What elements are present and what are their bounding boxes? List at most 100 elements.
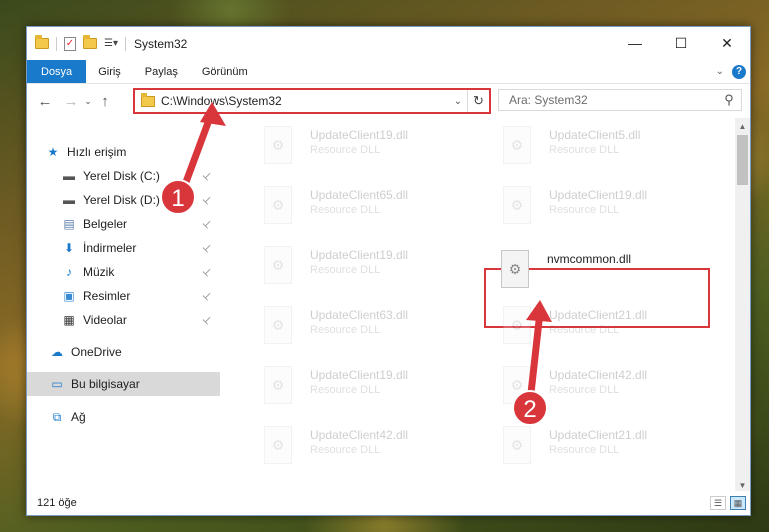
sidebar-item[interactable]: ▭ Bu bilgisayar <box>27 372 220 396</box>
file-item[interactable]: ⚙ UpdateClient5.dll Resource DLL <box>503 124 733 172</box>
file-item[interactable]: ⚙ UpdateClient42.dll Resource DLL <box>264 424 494 472</box>
quick-access-toolbar: ✓ ☰▾ <box>35 35 126 51</box>
forward-button[interactable]: → <box>61 89 81 113</box>
sidebar-item-label: Bu bilgisayar <box>71 377 140 391</box>
address-path[interactable]: C:\Windows\System32 <box>161 94 449 108</box>
file-info: UpdateClient42.dll Resource DLL <box>310 424 408 472</box>
sidebar-item[interactable]: ★ Hızlı erişim <box>27 140 220 164</box>
sidebar-item[interactable]: ⬇ İndirmeler ⊥ <box>27 236 220 260</box>
file-item[interactable]: ⚙ UpdateClient19.dll Resource DLL <box>264 124 494 172</box>
scroll-up-icon[interactable]: ▲ <box>735 118 750 134</box>
minimize-button[interactable]: — <box>612 27 658 59</box>
tab-home[interactable]: Giriş <box>86 60 133 83</box>
tiles-view-icon[interactable]: ▦ <box>730 496 746 510</box>
dll-file-icon: ⚙ <box>264 306 292 344</box>
file-type: Resource DLL <box>310 204 381 216</box>
file-info: UpdateClient21.dll Resource DLL <box>549 424 647 472</box>
maximize-button[interactable]: ☐ <box>658 27 704 59</box>
recent-locations-button[interactable]: ⌄ <box>81 89 95 113</box>
file-info: UpdateClient19.dll Resource DLL <box>549 184 647 232</box>
tab-share[interactable]: Paylaş <box>133 60 190 83</box>
pin-icon[interactable]: ⊥ <box>198 191 216 209</box>
sidebar-item[interactable]: ▤ Belgeler ⊥ <box>27 212 220 236</box>
file-item[interactable]: ⚙ UpdateClient21.dll Resource DLL <box>503 304 733 352</box>
tab-file[interactable]: Dosya <box>27 60 87 83</box>
file-name: UpdateClient19.dll <box>310 248 409 262</box>
refresh-icon[interactable]: ↻ <box>467 90 489 112</box>
help-icon[interactable]: ? <box>732 64 746 79</box>
tab-view[interactable]: Görünüm <box>190 60 260 83</box>
file-info: nvmcommon.dll <box>547 248 631 296</box>
sidebar-item[interactable]: ▣ Resimler ⊥ <box>27 284 220 308</box>
status-bar: 121 öğe ☰ ▦ <box>27 491 750 515</box>
file-item[interactable]: ⚙ UpdateClient19.dll Resource DLL <box>503 184 733 232</box>
pin-icon[interactable]: ⊥ <box>198 239 216 257</box>
file-info: UpdateClient21.dll Resource DLL <box>549 304 647 352</box>
expand-ribbon-icon[interactable]: ⌄ <box>716 66 724 77</box>
vertical-scrollbar[interactable]: ▲ ▼ <box>735 118 750 493</box>
file-item[interactable]: ⚙ UpdateClient42.dll Resource DLL <box>503 364 733 412</box>
file-item[interactable]: ⚙ UpdateClient19.dll Resource DLL <box>264 244 494 292</box>
folder-icon <box>141 92 155 107</box>
search-box[interactable]: Ara: System32 ⚲ <box>498 89 742 111</box>
pin-icon[interactable]: ⊥ <box>198 287 216 305</box>
file-item[interactable]: ⚙ UpdateClient21.dll Resource DLL <box>503 424 733 472</box>
file-type: Resource DLL <box>310 384 381 396</box>
network-icon: ⧉ <box>52 409 62 424</box>
address-bar[interactable]: C:\Windows\System32 ⌄ ↻ <box>133 88 491 114</box>
file-name: nvmcommon.dll <box>547 252 632 266</box>
up-button[interactable]: ↑ <box>95 89 115 113</box>
dll-file-icon: ⚙ <box>264 186 292 224</box>
sidebar-item-label: Yerel Disk (D:) <box>83 193 160 207</box>
file-explorer-window: ✓ ☰▾ System32 — ☐ ✕ Dosya Giriş Paylaş G… <box>26 26 751 516</box>
dll-file-icon: ⚙ <box>264 426 292 464</box>
dll-file-icon: ⚙ <box>503 186 531 224</box>
cloud-icon: ☁ <box>51 345 63 359</box>
file-item[interactable]: ⚙ UpdateClient65.dll Resource DLL <box>264 184 494 232</box>
new-folder-icon[interactable] <box>83 35 97 49</box>
file-item[interactable]: ⚙ UpdateClient19.dll Resource DLL <box>264 364 494 412</box>
sidebar-item[interactable]: ▬ Yerel Disk (D:) ⊥ <box>27 188 220 212</box>
file-item[interactable]: ⚙ nvmcommon.dll <box>501 248 731 296</box>
file-type: Resource DLL <box>310 444 381 456</box>
sidebar-item[interactable]: ♪ Müzik ⊥ <box>27 260 220 284</box>
customize-toolbar-icon[interactable]: ☰▾ <box>104 38 118 49</box>
sidebar-item[interactable]: ⧉ Ağ <box>27 405 220 429</box>
file-type: Resource DLL <box>549 204 620 216</box>
navigation-pane: ★ Hızlı erişim ▬ Yerel Disk (C:) ⊥ ▬ Yerel Dis… <box>27 118 220 493</box>
pin-icon[interactable]: ⊥ <box>198 311 216 329</box>
pin-icon[interactable]: ⊥ <box>198 263 216 281</box>
dll-file-icon: ⚙ <box>503 426 531 464</box>
sidebar-item[interactable]: ▦ Videolar ⊥ <box>27 308 220 332</box>
file-item[interactable]: ⚙ UpdateClient63.dll Resource DLL <box>264 304 494 352</box>
back-button[interactable]: ← <box>35 89 55 113</box>
sidebar-item-label: Ağ <box>71 410 86 424</box>
file-name: UpdateClient21.dll <box>549 308 648 322</box>
sidebar-item-label: OneDrive <box>71 345 122 359</box>
chevron-down-icon[interactable]: ⌄ <box>449 96 467 107</box>
dll-file-icon: ⚙ <box>264 246 292 284</box>
properties-icon[interactable]: ✓ <box>64 36 76 51</box>
scroll-thumb[interactable] <box>737 135 748 185</box>
file-type: Resource DLL <box>549 144 620 156</box>
file-name: UpdateClient63.dll <box>310 308 409 322</box>
close-button[interactable]: ✕ <box>704 27 750 59</box>
sidebar-item[interactable]: ☁ OneDrive <box>27 340 220 364</box>
pictures-icon: ▣ <box>63 289 75 303</box>
search-icon[interactable]: ⚲ <box>717 92 741 108</box>
file-info: UpdateClient63.dll Resource DLL <box>310 304 408 352</box>
pin-icon[interactable]: ⊥ <box>198 167 216 185</box>
search-input[interactable]: Ara: System32 <box>509 93 717 107</box>
sidebar-item-label: Resimler <box>83 289 131 303</box>
drive-icon: ▬ <box>63 193 75 207</box>
music-icon: ♪ <box>66 265 72 279</box>
sidebar-item[interactable]: ▬ Yerel Disk (C:) ⊥ <box>27 164 220 188</box>
computer-icon: ▭ <box>51 377 63 391</box>
pin-icon[interactable]: ⊥ <box>198 215 216 233</box>
videos-icon: ▦ <box>63 313 75 327</box>
file-info: UpdateClient65.dll Resource DLL <box>310 184 408 232</box>
details-view-icon[interactable]: ☰ <box>710 496 726 510</box>
dll-file-icon: ⚙ <box>503 366 531 404</box>
item-count: 121 öğe <box>37 497 77 509</box>
file-info: UpdateClient19.dll Resource DLL <box>310 244 408 292</box>
